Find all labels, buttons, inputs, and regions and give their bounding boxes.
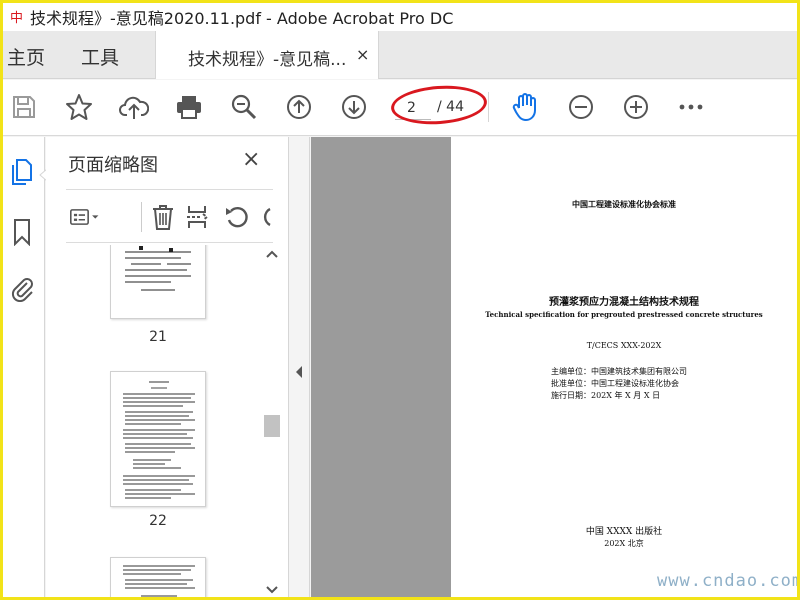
thumbnail-options-icon[interactable] [70, 202, 100, 232]
navigation-rail [3, 137, 47, 597]
save-icon[interactable] [9, 92, 39, 122]
scrollbar-thumb[interactable] [264, 415, 280, 437]
doc-publisher: 中国 XXXX 出版社 [585, 527, 663, 537]
document-viewport[interactable]: 中国工程建设标准化协会标准 预灌浆预应力混凝土结构技术规程 Technical … [311, 137, 797, 597]
more-page-options-icon[interactable] [256, 202, 274, 232]
thumbnail-list: 21 22 [46, 245, 286, 597]
bookmarks-icon[interactable] [7, 217, 37, 247]
title-bar: 中 技术规程》-意见稿2020.11.pdf - Adobe Acrobat P… [3, 3, 797, 31]
bookmark-star-icon[interactable] [64, 92, 94, 122]
tab-bar: 主页 工具 技术规程》-意见稿... × [3, 31, 797, 79]
insert-page-icon[interactable] [184, 202, 214, 232]
acrobat-logo-icon: 中 [6, 6, 28, 28]
page-down-icon[interactable] [339, 92, 369, 122]
window-title: 技术规程》-意见稿2020.11.pdf - Adobe Acrobat Pro… [30, 9, 454, 28]
collapse-arrow-icon[interactable] [294, 365, 304, 379]
zoom-in-icon[interactable] [621, 92, 651, 122]
toolbar-separator [488, 92, 489, 122]
tab-close-icon[interactable]: × [356, 45, 369, 64]
panel-toolbar-separator [141, 202, 142, 232]
thumbnail-page-21[interactable] [110, 245, 206, 319]
doc-title-cn: 预灌浆预应力混凝土结构技术规程 [549, 297, 699, 308]
attachments-icon[interactable] [7, 273, 37, 303]
panel-toolbar [66, 189, 273, 243]
print-icon[interactable] [174, 92, 204, 122]
doc-year-place: 202X 北京 [604, 539, 644, 548]
tab-document[interactable]: 技术规程》-意见稿... × [155, 31, 379, 79]
zoom-out-icon[interactable] [566, 92, 596, 122]
tab-home[interactable]: 主页 [7, 43, 45, 70]
thumbnail-label-21: 21 [149, 329, 167, 345]
doc-title-en: Technical specification for pregrouted p… [485, 310, 763, 319]
panel-collapse-strip[interactable] [290, 137, 310, 597]
doc-approver: 批准单位：中国工程建设标准化协会 [551, 379, 679, 388]
panel-title: 页面缩略图 [68, 155, 158, 176]
annotation-ellipse [389, 82, 489, 128]
thumbnail-page-23[interactable] [110, 557, 206, 597]
upload-cloud-icon[interactable] [119, 92, 149, 122]
doc-date: 施行日期：202X 年 X 月 X 日 [551, 391, 661, 400]
panel-close-icon[interactable]: × [242, 147, 260, 172]
app-window: 中 技术规程》-意见稿2020.11.pdf - Adobe Acrobat P… [0, 0, 800, 600]
main-toolbar: 2 / 44 [3, 80, 797, 136]
rotate-page-icon[interactable] [222, 202, 252, 232]
tab-tools[interactable]: 工具 [81, 43, 119, 70]
watermark-text: www.cndao.com [657, 571, 800, 591]
more-icon[interactable] [676, 92, 706, 122]
thumbnail-panel: 页面缩略图 × 21 22 [46, 137, 289, 597]
hand-tool-icon[interactable] [511, 92, 541, 122]
svg-text:中: 中 [10, 11, 23, 26]
doc-code: T/CECS XXX-202X [586, 341, 662, 350]
document-page: 中国工程建设标准化协会标准 预灌浆预应力混凝土结构技术规程 Technical … [451, 137, 797, 597]
page-up-icon[interactable] [284, 92, 314, 122]
doc-editor: 主编单位：中国建筑技术集团有限公司 [551, 367, 687, 376]
zoom-search-icon[interactable] [229, 92, 259, 122]
thumbnail-page-22[interactable] [110, 371, 206, 507]
thumbnail-label-22: 22 [149, 513, 167, 529]
page-thumbnails-icon[interactable] [7, 157, 37, 187]
scroll-down-icon[interactable] [265, 585, 279, 595]
delete-page-icon[interactable] [148, 202, 178, 232]
tab-document-label: 技术规程》-意见稿... [188, 50, 347, 70]
doc-org-standard: 中国工程建设标准化协会标准 [572, 199, 676, 209]
scroll-up-icon[interactable] [265, 249, 279, 259]
thumbnail-scrollbar[interactable] [262, 245, 282, 597]
